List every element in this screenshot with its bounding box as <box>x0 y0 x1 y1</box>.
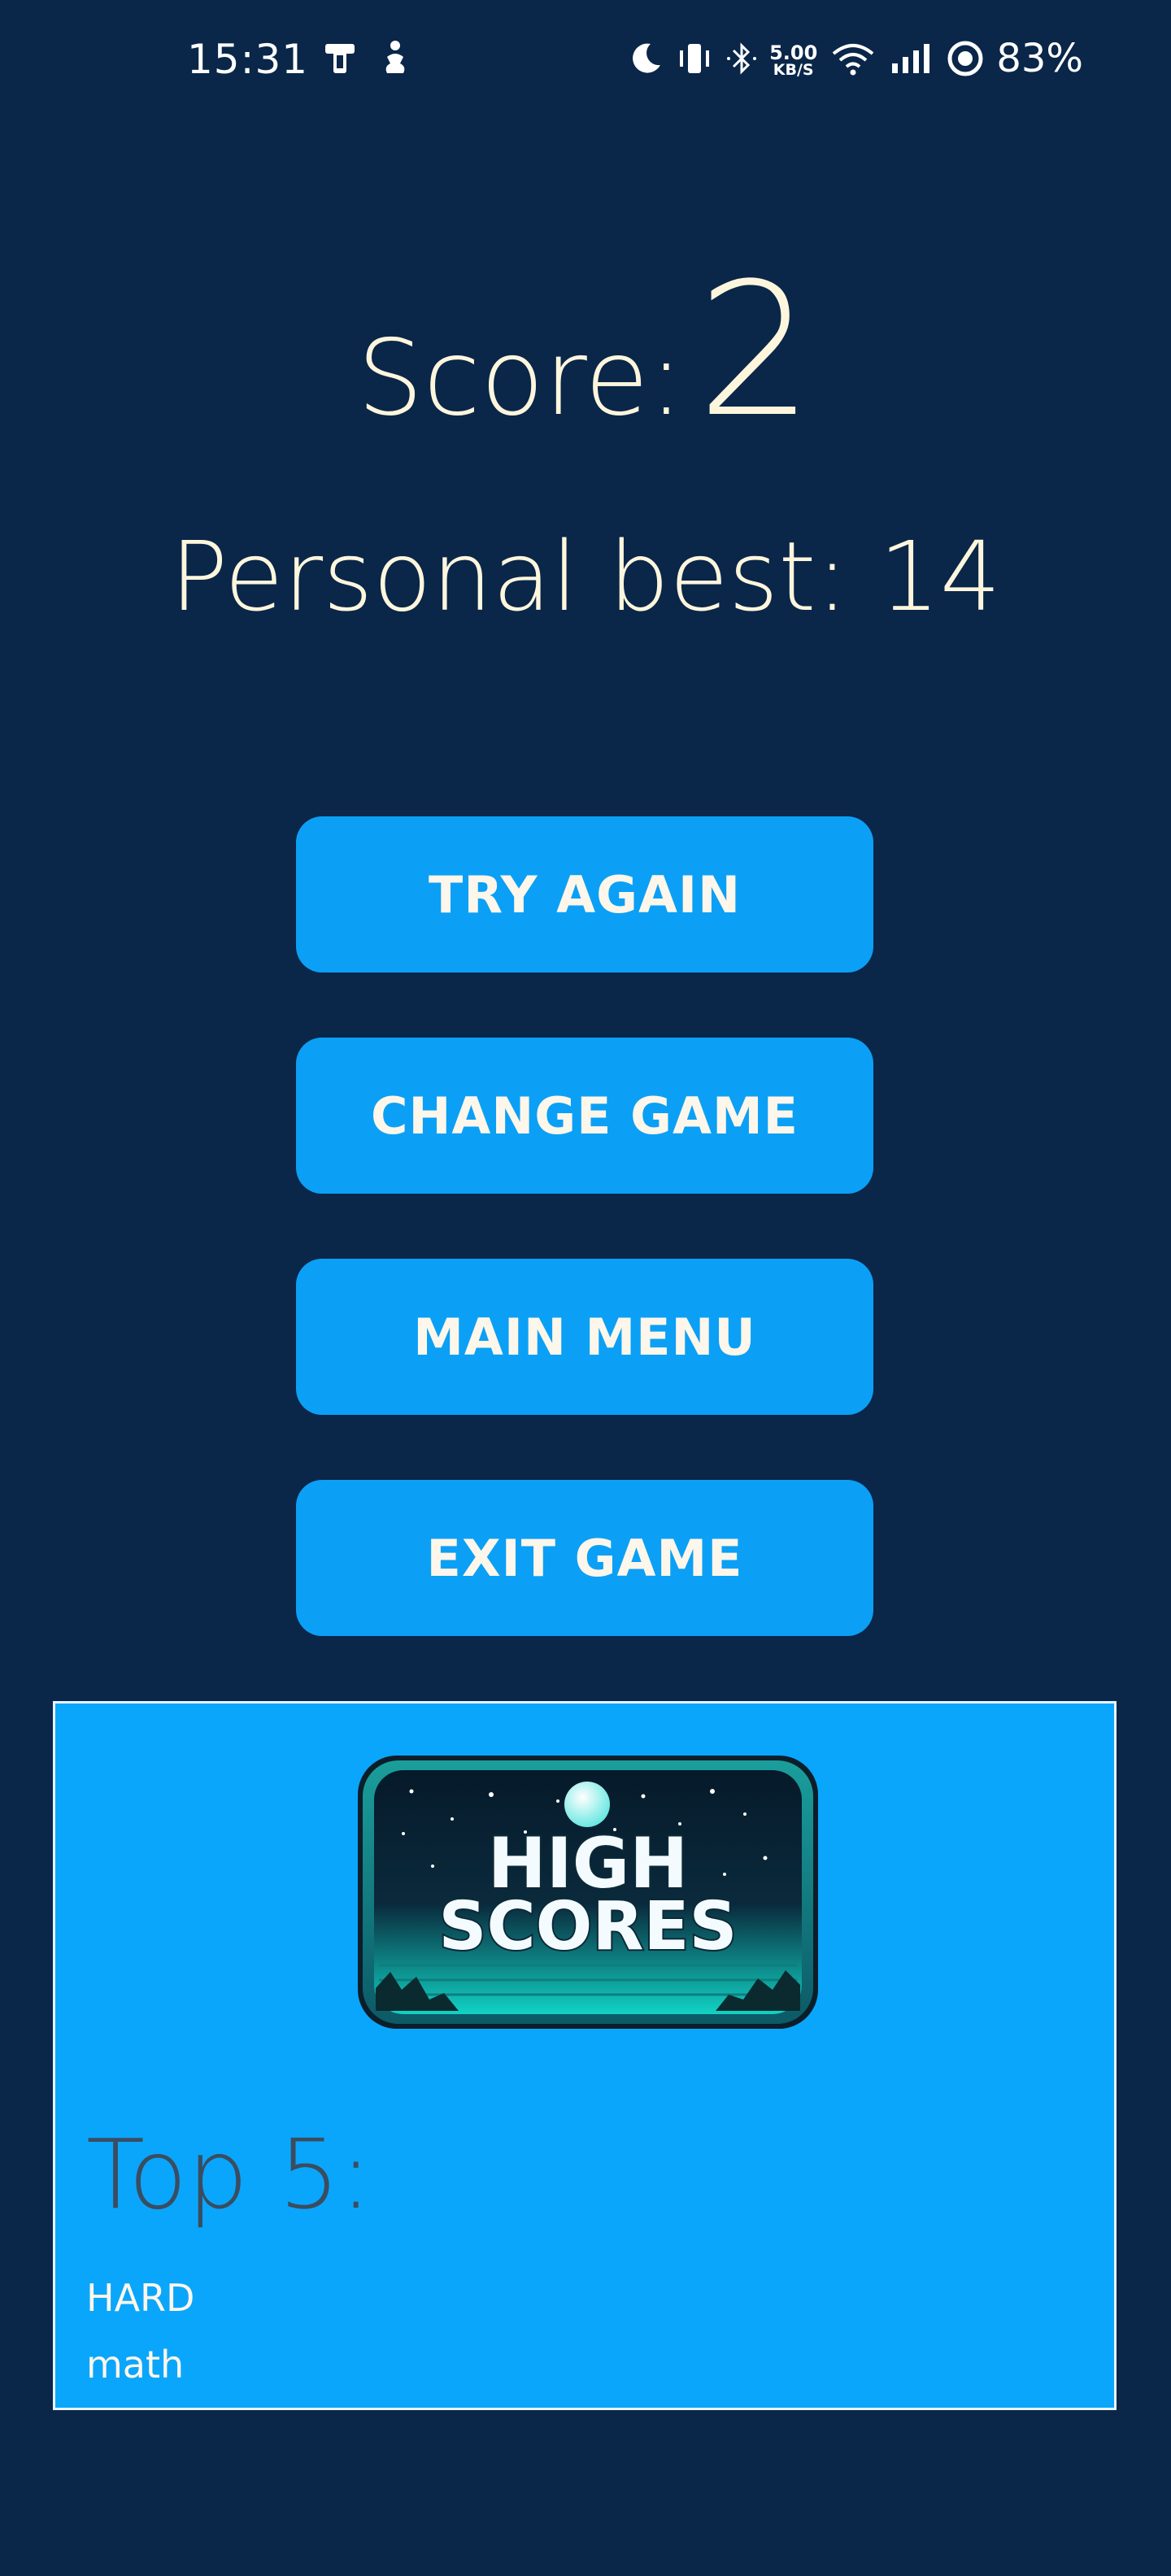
top-5-title: Top 5: <box>86 2118 372 2230</box>
bluetooth-icon <box>725 41 758 76</box>
score-value: 2 <box>696 244 814 458</box>
network-speed: 5.00 KB/S <box>769 43 817 78</box>
signal-icon <box>889 41 934 76</box>
main-menu-button[interactable]: MAIN MENU <box>296 1259 873 1415</box>
high-scores-logo: HIGH SCORES <box>355 1752 821 2032</box>
try-again-button[interactable]: TRY AGAIN <box>296 816 873 973</box>
device-notification-icon <box>320 39 359 78</box>
network-speed-unit: KB/S <box>773 60 814 79</box>
high-score-item: math <box>86 2343 185 2387</box>
change-game-button[interactable]: CHANGE GAME <box>296 1038 873 1194</box>
logo-text-line2: SCORES <box>438 1888 737 1965</box>
high-scores-panel: HIGH SCORES Top 5: HARD math <box>53 1701 1117 2410</box>
network-speed-value: 5.00 <box>769 41 818 64</box>
accessibility-icon <box>379 39 411 78</box>
status-time: 15:31 <box>187 36 309 83</box>
personal-best: Personal best: 14 <box>170 520 1001 633</box>
status-bar: 15:31 5.00 KB/S 83% <box>0 0 1171 122</box>
battery-ring-icon <box>946 39 985 78</box>
moon-icon <box>628 41 664 76</box>
status-left-icons <box>320 39 411 78</box>
score-display: Score:2 <box>0 244 1171 458</box>
vibrate-icon <box>675 41 714 76</box>
exit-game-button[interactable]: EXIT GAME <box>296 1480 873 1636</box>
high-score-item: HARD <box>86 2276 195 2320</box>
wifi-icon <box>829 41 877 76</box>
battery-percentage: 83% <box>996 36 1083 81</box>
score-label: Score: <box>357 318 684 439</box>
status-right-icons: 5.00 KB/S 83% <box>628 36 1083 81</box>
